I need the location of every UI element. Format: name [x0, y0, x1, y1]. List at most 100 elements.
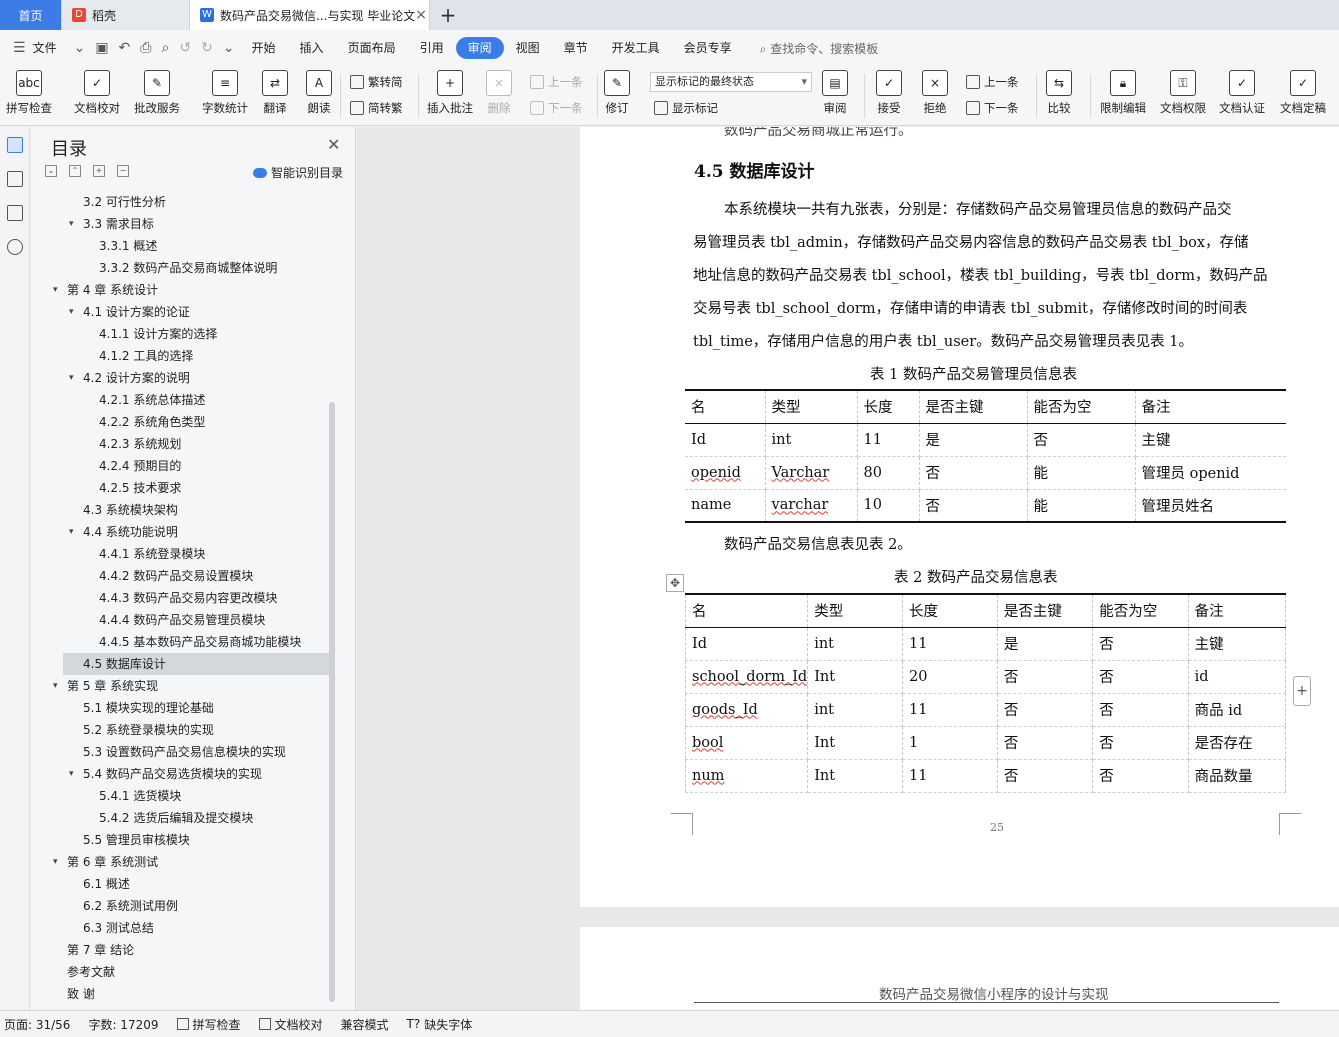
- toc-item[interactable]: 4.3 系统模块架构: [31, 499, 331, 521]
- chevron-down-icon[interactable]: ▾: [53, 851, 58, 873]
- table-cell[interactable]: 11: [857, 423, 920, 457]
- reject-change-button[interactable]: × 拒绝: [922, 70, 948, 116]
- toc-item[interactable]: 3.3.2 数码产品交易商城整体说明: [31, 257, 331, 279]
- table-cell[interactable]: 是: [997, 627, 1094, 661]
- table-cell[interactable]: 能: [1027, 489, 1136, 523]
- chevron-down-icon[interactable]: ▾: [69, 301, 74, 323]
- table-cell[interactable]: 管理员姓名: [1135, 489, 1286, 523]
- save-icon[interactable]: ▣: [90, 40, 113, 56]
- doc-finalize-button[interactable]: ✓ 文档定稿: [1280, 70, 1326, 116]
- table-cell[interactable]: 1: [902, 726, 998, 760]
- spell-check-button[interactable]: abc 拼写检查: [6, 70, 52, 116]
- word-count-button[interactable]: ≡ 字数统计: [202, 70, 248, 116]
- accept-change-button[interactable]: ✓ 接受: [876, 70, 902, 116]
- table-cell[interactable]: int: [807, 627, 904, 661]
- toc-item[interactable]: ▾ 4.2 设计方案的说明: [31, 367, 331, 389]
- table-cell[interactable]: Id: [685, 423, 766, 457]
- toc-item[interactable]: 5.4.2 选货后编辑及提交模块: [31, 807, 331, 829]
- table-cell[interactable]: 否: [1092, 693, 1189, 727]
- toc-item[interactable]: 3.2 可行性分析: [31, 191, 331, 213]
- new-tab-button[interactable]: +: [430, 0, 466, 30]
- table-header-cell[interactable]: 长度: [902, 594, 998, 628]
- table-cell[interactable]: 主键: [1188, 627, 1286, 661]
- print-preview-icon[interactable]: ⌕: [156, 40, 174, 56]
- toc-item[interactable]: 4.1.2 工具的选择: [31, 345, 331, 367]
- chevron-down-icon[interactable]: ▾: [69, 213, 74, 235]
- toc-item[interactable]: 4.2.5 技术要求: [31, 477, 331, 499]
- menu-page-layout[interactable]: 页面布局: [336, 37, 408, 59]
- menu-review[interactable]: 审阅: [455, 37, 504, 59]
- toc-item[interactable]: 5.5 管理员审核模块: [31, 829, 331, 851]
- correction-service-button[interactable]: ✎ 批改服务: [134, 70, 180, 116]
- word-count-indicator[interactable]: 字数: 17209: [88, 1016, 158, 1033]
- remove-heading-icon[interactable]: −: [117, 165, 129, 177]
- menu-chapter[interactable]: 章节: [552, 37, 600, 59]
- table-cell[interactable]: school_dorm_Id: [685, 660, 809, 694]
- table-cell[interactable]: 主键: [1135, 423, 1286, 457]
- toc-item[interactable]: 致 谢: [31, 983, 331, 1005]
- table-cell[interactable]: 否: [997, 759, 1094, 793]
- menu-view[interactable]: 视图: [504, 37, 552, 59]
- table-cell[interactable]: Int: [807, 759, 904, 793]
- chevron-down-icon[interactable]: ⌄: [69, 40, 91, 56]
- doc-proof-button[interactable]: ✓ 文档校对: [74, 70, 120, 116]
- toc-item[interactable]: 4.4.1 系统登录模块: [31, 543, 331, 565]
- restrict-editing-button[interactable]: 🔒︎ 限制编辑: [1100, 70, 1146, 116]
- chevron-down-icon[interactable]: ▾: [53, 675, 58, 697]
- trad-to-simp-button[interactable]: 繁转简: [350, 74, 403, 90]
- redo-icon[interactable]: ↻: [196, 40, 218, 56]
- table-cell[interactable]: 11: [902, 693, 998, 727]
- table-cell[interactable]: Int: [807, 726, 904, 760]
- table-cell[interactable]: 商品 id: [1188, 693, 1286, 727]
- table-cell[interactable]: 否: [1092, 726, 1189, 760]
- table-cell[interactable]: 否: [1092, 627, 1189, 661]
- search-icon[interactable]: [6, 239, 23, 255]
- table-cell[interactable]: 商品数量: [1188, 759, 1286, 793]
- table-cell[interactable]: int: [765, 423, 858, 457]
- file-menu[interactable]: 文件: [31, 37, 69, 59]
- table-header-cell[interactable]: 类型: [807, 594, 904, 628]
- table-header-cell[interactable]: 名: [685, 594, 809, 628]
- spell-check-toggle[interactable]: 拼写检查: [176, 1016, 241, 1033]
- table-cell[interactable]: name: [685, 489, 766, 523]
- table-header-cell[interactable]: 能否为空: [1027, 390, 1136, 424]
- table-cell[interactable]: bool: [685, 726, 809, 760]
- toc-item[interactable]: ▾ 5.4 数码产品交易选货模块的实现: [31, 763, 331, 785]
- prev-change-button[interactable]: 上一条: [966, 74, 1019, 90]
- menu-insert[interactable]: 插入: [288, 37, 336, 59]
- delete-comment-button[interactable]: × 删除: [486, 70, 512, 116]
- toc-item[interactable]: 4.2.2 系统角色类型: [31, 411, 331, 433]
- toc-item[interactable]: 6.1 概述: [31, 873, 331, 895]
- toc-item[interactable]: 5.1 模块实现的理论基础: [31, 697, 331, 719]
- table-header-cell[interactable]: 是否主键: [919, 390, 1028, 424]
- table-header-cell[interactable]: 类型: [765, 390, 858, 424]
- toc-item[interactable]: 4.1.1 设计方案的选择: [31, 323, 331, 345]
- bookmark-icon[interactable]: [6, 205, 23, 221]
- chevron-down-icon[interactable]: ▾: [53, 279, 58, 301]
- doc-proof-toggle[interactable]: 文档校对: [258, 1016, 323, 1033]
- table-cell[interactable]: goods_Id: [685, 693, 809, 727]
- doc-certify-button[interactable]: ✓ 文档认证: [1219, 70, 1265, 116]
- table-cell[interactable]: 11: [902, 627, 998, 661]
- table-cell[interactable]: 是否存在: [1188, 726, 1286, 760]
- print-icon[interactable]: ⎙: [135, 40, 156, 56]
- table-cell[interactable]: 否: [1027, 423, 1136, 457]
- toc-item[interactable]: 6.3 测试总结: [31, 917, 331, 939]
- toc-item[interactable]: 4.4.3 数码产品交易内容更改模块: [31, 587, 331, 609]
- table-cell[interactable]: 否: [997, 693, 1094, 727]
- menu-references[interactable]: 引用: [408, 37, 456, 59]
- menu-start[interactable]: 开始: [240, 37, 288, 59]
- tab-daoke[interactable]: D 稻壳: [62, 0, 190, 30]
- toc-item[interactable]: 第 7 章 结论: [31, 939, 331, 961]
- toc-item[interactable]: 4.2.3 系统规划: [31, 433, 331, 455]
- command-search[interactable]: ⌕ 查找命令、搜索模板: [744, 40, 879, 57]
- page-indicator[interactable]: 页面: 31/56: [4, 1016, 70, 1033]
- toc-item[interactable]: 4.4.5 基本数码产品交易商城功能模块: [31, 631, 331, 653]
- quick-access-dropdown-icon[interactable]: ⌄: [218, 40, 240, 56]
- toc-item[interactable]: 4.2.1 系统总体描述: [31, 389, 331, 411]
- table-header-cell[interactable]: 名: [685, 390, 766, 424]
- toc-item[interactable]: 4.4.4 数码产品交易管理员模块: [31, 609, 331, 631]
- toc-item[interactable]: 4.4.2 数码产品交易设置模块: [31, 565, 331, 587]
- review-pane-button[interactable]: ▤ 审阅: [822, 70, 848, 116]
- chevron-down-icon[interactable]: ▾: [69, 521, 74, 543]
